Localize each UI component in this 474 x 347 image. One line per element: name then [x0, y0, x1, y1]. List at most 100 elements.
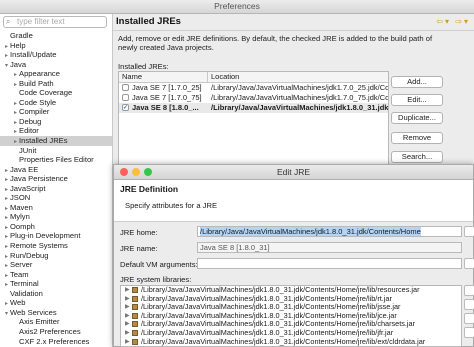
- collapsed-chevron-icon[interactable]: ▶: [125, 312, 130, 321]
- add-jars-button[interactable]: [464, 285, 474, 296]
- jre-row[interactable]: Java SE 7 [1.7.0_75] /Library/Java/JavaVi…: [119, 93, 388, 103]
- collapsed-chevron-icon[interactable]: ▶: [125, 303, 130, 312]
- library-item[interactable]: ▶ /Library/Java/JavaVirtualMachines/jdk1.…: [121, 337, 461, 346]
- close-icon[interactable]: [120, 168, 128, 176]
- dialog-subheading: Specify attributes for a JRE: [125, 201, 218, 210]
- tree-item[interactable]: ▸ Java Persistence: [0, 174, 112, 184]
- collapsed-chevron-icon[interactable]: ▶: [125, 338, 130, 346]
- page-title: Installed JREs: [116, 16, 181, 27]
- tree-item[interactable]: ▸ Oomph: [0, 222, 112, 232]
- tree-item[interactable]: ▸ Plug-in Development: [0, 231, 112, 241]
- tree-item[interactable]: Axis Emitter: [0, 317, 112, 327]
- jre-home-field[interactable]: /Library/Java/JavaVirtualMachines/jdk1.8…: [197, 226, 462, 237]
- tree-item[interactable]: ▸ Maven: [0, 203, 112, 213]
- jar-icon: [132, 329, 138, 336]
- jre-row[interactable]: Java SE 7 [1.7.0_25] /Library/Java/JavaVi…: [119, 83, 388, 93]
- tree-item[interactable]: Gradle: [0, 31, 112, 41]
- jre-name: Java SE 8 [1.8.0_...: [132, 103, 199, 112]
- tree-item[interactable]: ▸ Installed JREs: [0, 136, 112, 146]
- tree-item-label: Appearance: [19, 69, 60, 79]
- forward-menu-icon[interactable]: ▾: [464, 17, 470, 26]
- jre-row[interactable]: ✓ Java SE 8 [1.8.0_... /Library/Java/JavaV…: [119, 103, 388, 113]
- variables-button[interactable]: [464, 258, 474, 269]
- collapsed-chevron-icon[interactable]: ▶: [125, 329, 130, 338]
- remove-library-button[interactable]: [464, 327, 474, 338]
- tree-item[interactable]: ▸ JSON: [0, 193, 112, 203]
- tree-item-label: JUnit: [19, 145, 37, 155]
- filter-placeholder: type filter text: [17, 17, 65, 26]
- jar-icon: [132, 304, 138, 311]
- back-menu-icon[interactable]: ▾: [445, 17, 451, 26]
- minimize-icon[interactable]: [132, 168, 140, 176]
- tree-item-label: Oomph: [10, 221, 35, 231]
- tree-item[interactable]: Axis2 Preferences: [0, 327, 112, 337]
- column-header-name[interactable]: Name: [122, 72, 142, 82]
- tree-item-label: Build Path: [19, 78, 54, 88]
- tree-item-label: Run/Debug: [10, 250, 49, 260]
- source-attachment-button[interactable]: [464, 313, 474, 324]
- collapsed-chevron-icon[interactable]: ▶: [125, 286, 130, 295]
- zoom-icon[interactable]: [144, 168, 152, 176]
- tree-item[interactable]: ▾ Web Services: [0, 308, 112, 318]
- tree-item[interactable]: ▸ Code Style: [0, 98, 112, 108]
- tree-item[interactable]: ▸ Help: [0, 41, 112, 51]
- search-button[interactable]: Search...: [391, 151, 443, 163]
- jre-location: /Library/Java/JavaVirtualMachines/jdk1.7…: [211, 83, 389, 92]
- tree-item[interactable]: ▸ Team: [0, 270, 112, 280]
- javadoc-button[interactable]: [464, 299, 474, 310]
- tree-item[interactable]: ▸ Remote Systems: [0, 241, 112, 251]
- directory-button[interactable]: [464, 226, 474, 237]
- back-arrow-icon[interactable]: ⇦: [436, 17, 445, 26]
- tree-item[interactable]: ▸ Mylyn: [0, 212, 112, 222]
- jre-name: Java SE 7 [1.7.0_25]: [132, 83, 202, 92]
- default-jre-checkbox[interactable]: [122, 94, 129, 101]
- tree-item[interactable]: ▸ Build Path: [0, 79, 112, 89]
- tree-item[interactable]: ▸ Debug: [0, 117, 112, 127]
- jar-icon: [132, 287, 138, 293]
- filter-input[interactable]: ⌕ type filter text: [3, 16, 107, 28]
- add-button[interactable]: Add...: [391, 76, 443, 88]
- tree-item[interactable]: JUnit: [0, 146, 112, 156]
- tree-item[interactable]: ▸ Java EE: [0, 165, 112, 175]
- tree-item[interactable]: ▾ Java: [0, 60, 112, 70]
- tree-item[interactable]: ▸ Run/Debug: [0, 251, 112, 261]
- window-title: Preferences: [214, 1, 260, 11]
- tree-item-label: CXF 2.x Preferences: [19, 336, 90, 346]
- jre-name-field[interactable]: Java SE 8 [1.8.0_31]: [197, 242, 462, 253]
- tree-item[interactable]: ▸ JavaScript: [0, 184, 112, 194]
- default-jre-checkbox[interactable]: ✓: [122, 104, 129, 111]
- tree-item-label: Java EE: [10, 164, 39, 174]
- tree-item[interactable]: ▸ Editor: [0, 126, 112, 136]
- tree-item-label: Code Style: [19, 97, 57, 107]
- system-libraries-label: JRE system libraries:: [120, 275, 192, 284]
- column-header-location[interactable]: Location: [207, 72, 239, 82]
- tree-item[interactable]: CXF 2.x Preferences: [0, 337, 112, 347]
- tree-item[interactable]: ▸ Terminal: [0, 279, 112, 289]
- tree-item[interactable]: Properties Files Editor: [0, 155, 112, 165]
- collapsed-chevron-icon[interactable]: ▶: [125, 320, 130, 329]
- tree-item[interactable]: ▸ Web: [0, 298, 112, 308]
- preferences-sidebar: ⌕ type filter text Gradle ▸ Help ▸ Install/U…: [0, 14, 113, 347]
- jre-name-value: Java SE 8 [1.8.0_31]: [200, 243, 270, 252]
- edit-button[interactable]: Edit...: [391, 94, 443, 106]
- jre-home-value: /Library/Java/JavaVirtualMachines/jdk1.8…: [200, 227, 421, 236]
- system-libraries-list: ▶ /Library/Java/JavaVirtualMachines/jdk1.…: [120, 285, 462, 347]
- tree-item[interactable]: Validation: [0, 289, 112, 299]
- tree-item-label: Axis Emitter: [19, 317, 60, 327]
- collapsed-chevron-icon[interactable]: ▶: [125, 295, 130, 304]
- vm-args-label: Default VM arguments:: [120, 260, 198, 269]
- vm-args-field[interactable]: [197, 258, 462, 269]
- tree-item[interactable]: ▸ Server: [0, 260, 112, 270]
- duplicate-button[interactable]: Duplicate...: [391, 112, 443, 124]
- remove-button[interactable]: Remove: [391, 132, 443, 144]
- tree-item-label: Plug-in Development: [10, 231, 81, 241]
- tree-item[interactable]: ▸ Appearance: [0, 69, 112, 79]
- default-jre-checkbox[interactable]: [122, 84, 129, 91]
- tree-item-label: Web Services: [10, 307, 57, 317]
- search-icon: ⌕: [6, 17, 11, 26]
- divider: [113, 30, 474, 31]
- tree-item[interactable]: ▸ Compiler: [0, 107, 112, 117]
- tree-item[interactable]: ▸ Install/Update: [0, 50, 112, 60]
- tree-item[interactable]: Code Coverage: [0, 88, 112, 98]
- forward-arrow-icon[interactable]: ⇨: [455, 17, 464, 26]
